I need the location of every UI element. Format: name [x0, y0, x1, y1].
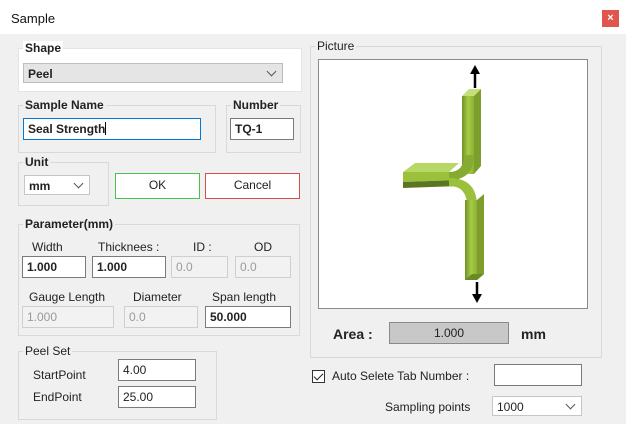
unit-select[interactable]: mm [24, 175, 90, 195]
sample-dialog: Sample × Shape Peel Sample Name Seal Str… [0, 0, 626, 424]
start-point-label: StartPoint [33, 368, 86, 382]
span-length-value: 50.000 [210, 310, 247, 324]
window-title: Sample [11, 11, 56, 26]
cancel-button-label: Cancel [233, 178, 272, 192]
gauge-length-label: Gauge Length [29, 290, 106, 304]
close-button[interactable]: × [602, 10, 619, 27]
unit-select-value: mm [29, 179, 51, 193]
number-input[interactable]: TQ-1 [230, 118, 294, 140]
sampling-points-value: 1000 [497, 400, 524, 414]
parameter-label: Parameter(mm) [23, 217, 116, 231]
span-length-input[interactable]: 50.000 [205, 306, 291, 328]
od-input: 0.0 [235, 256, 291, 278]
thickness-label: Thicknees : [98, 240, 160, 254]
shape-select[interactable]: Peel [23, 63, 283, 83]
start-point-value: 4.00 [123, 363, 147, 377]
chevron-down-icon [565, 399, 576, 410]
id-value: 0.0 [176, 260, 193, 274]
pull-up-arrowhead [470, 65, 480, 74]
area-unit: mm [521, 326, 546, 342]
number-label: Number [231, 98, 281, 112]
area-value-box: 1.000 [389, 322, 509, 344]
od-value: 0.0 [240, 260, 257, 274]
number-value: TQ-1 [235, 122, 263, 136]
sample-name-input[interactable]: Seal Strength [23, 118, 201, 140]
area-label: Area : [333, 326, 373, 342]
start-point-input[interactable]: 4.00 [118, 359, 196, 381]
sampling-points-select[interactable]: 1000 [492, 396, 582, 416]
tab-number-input[interactable] [494, 364, 582, 386]
sample-name-label: Sample Name [23, 98, 106, 112]
chevron-down-icon [266, 66, 277, 77]
thickness-input[interactable]: 1.000 [92, 256, 166, 278]
diameter-label: Diameter [133, 290, 182, 304]
end-point-input[interactable]: 25.00 [118, 386, 196, 408]
ok-button-label: OK [148, 178, 167, 192]
diameter-input: 0.0 [124, 306, 198, 328]
cancel-button[interactable]: Cancel [205, 173, 300, 199]
width-value: 1.000 [27, 260, 58, 274]
width-input[interactable]: 1.000 [22, 256, 86, 278]
end-point-value: 25.00 [123, 390, 154, 404]
shape-label: Shape [23, 41, 64, 55]
thickness-value: 1.000 [97, 260, 128, 274]
shape-select-value: Peel [28, 67, 53, 81]
id-input: 0.0 [171, 256, 228, 278]
od-label: OD [254, 240, 272, 254]
pull-down-arrowhead [472, 294, 482, 303]
peel-set-label: Peel Set [23, 344, 73, 358]
diameter-value: 0.0 [129, 310, 146, 324]
gauge-length-input: 1.000 [22, 306, 114, 328]
ok-button[interactable]: OK [115, 173, 200, 199]
checkmark-icon [313, 370, 324, 381]
sampling-points-label: Sampling points [385, 400, 471, 414]
title-bar: Sample × [0, 0, 626, 34]
unit-label: Unit [23, 155, 51, 169]
auto-select-label: Auto Selete Tab Number : [332, 369, 470, 383]
area-value: 1.000 [433, 326, 465, 340]
chevron-down-icon [73, 178, 84, 189]
sample-name-value: Seal Strength [28, 122, 106, 136]
picture-label: Picture [315, 39, 357, 53]
end-point-label: EndPoint [33, 390, 82, 404]
auto-select-checkbox[interactable] [312, 370, 325, 383]
text-cursor [105, 122, 107, 135]
width-label: Width [32, 240, 63, 254]
span-length-label: Span length [212, 290, 277, 304]
picture-panel [318, 59, 588, 309]
peel-test-specimen-icon [403, 65, 484, 303]
id-label: ID : [193, 240, 212, 254]
gauge-length-value: 1.000 [27, 310, 58, 324]
